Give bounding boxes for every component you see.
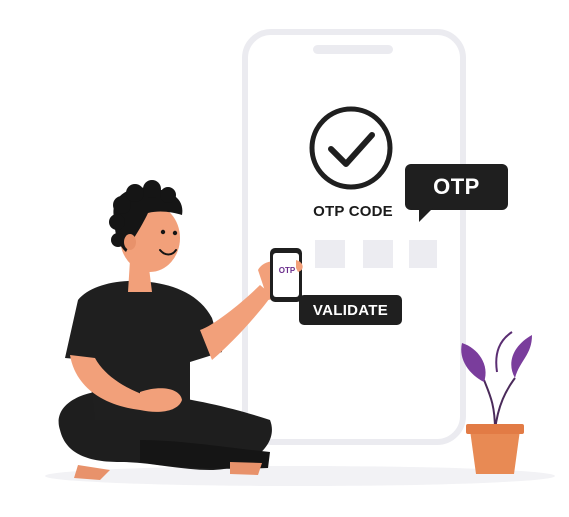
otp-digit-box-1[interactable]: [315, 240, 345, 268]
validate-button[interactable]: VALIDATE: [299, 295, 402, 325]
illustration-canvas: [45, 29, 555, 486]
handheld-phone: [270, 248, 302, 302]
otp-code-heading: OTP CODE: [313, 203, 393, 220]
otp-speech-bubble: OTP: [405, 164, 508, 210]
otp-illustration: OTP CODE OTP OTP VALIDATE: [0, 0, 569, 512]
otp-digit-box-2[interactable]: [363, 240, 393, 268]
handheld-phone-screen-label: OTP: [278, 266, 296, 275]
otp-digit-box-3[interactable]: [409, 240, 437, 268]
checkmark-icon: [309, 106, 393, 190]
speech-bubble-tail: [419, 208, 433, 222]
potted-plant: [461, 331, 532, 474]
large-phone: [242, 29, 466, 445]
